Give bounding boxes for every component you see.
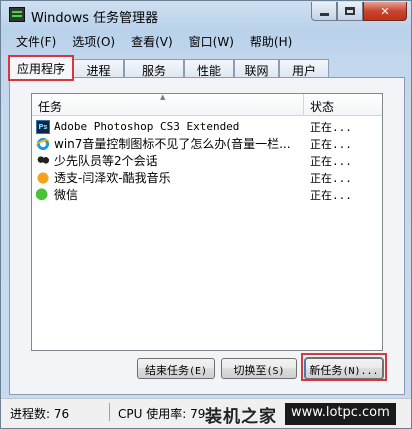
task-status: 正在... bbox=[310, 120, 352, 134]
tab-networking[interactable]: 联网 bbox=[234, 59, 279, 78]
task-name: 少先队员等2个会话 bbox=[54, 154, 158, 168]
task-status: 正在... bbox=[310, 154, 352, 168]
tab-users-label: 用户 bbox=[291, 64, 316, 78]
close-icon: ✕ bbox=[380, 4, 390, 18]
wechat-icon bbox=[36, 187, 50, 202]
status-bar: 进程数: 76 CPU 使用率: 79 装机之家 www.lotpc.com bbox=[1, 398, 411, 428]
tab-applications-label: 应用程序 bbox=[16, 62, 65, 76]
music-icon bbox=[36, 170, 50, 185]
watermark-logo: 装机之家 bbox=[205, 406, 277, 427]
qq-icon bbox=[36, 153, 50, 168]
tab-services[interactable]: 服务 bbox=[124, 59, 184, 78]
end-task-label: 结束任务 bbox=[144, 364, 189, 377]
watermark-url: www.lotpc.com bbox=[285, 403, 396, 425]
photoshop-icon: Ps bbox=[36, 119, 50, 134]
list-header: ▲ 任务 状态 bbox=[32, 93, 382, 116]
column-header-task-label: 任务 bbox=[38, 100, 63, 114]
menu-help[interactable]: 帮助(H) bbox=[242, 31, 300, 51]
task-name: Adobe Photoshop CS3 Extended bbox=[54, 120, 240, 133]
sort-ascending-icon: ▲ bbox=[160, 93, 166, 101]
task-status: 正在... bbox=[310, 188, 352, 202]
switch-to-button[interactable]: 切换至(S) bbox=[221, 358, 297, 379]
close-button[interactable]: ✕ bbox=[363, 2, 407, 21]
maximize-button[interactable] bbox=[337, 2, 363, 21]
new-task-button[interactable]: 新任务(N)... bbox=[305, 358, 383, 379]
process-count: 进程数: 76 bbox=[10, 407, 70, 421]
tab-performance[interactable]: 性能 bbox=[184, 59, 234, 78]
list-item[interactable]: 透支-闫泽欢-酷我音乐 正在... bbox=[32, 169, 382, 186]
status-divider bbox=[109, 403, 110, 421]
title-bar[interactable]: Windows 任务管理器 ✕ bbox=[1, 1, 411, 29]
task-manager-icon bbox=[9, 7, 25, 22]
tab-processes-label: 进程 bbox=[86, 64, 111, 78]
menu-file[interactable]: 文件(F) bbox=[8, 31, 64, 51]
tab-performance-label: 性能 bbox=[196, 64, 221, 78]
task-status: 正在... bbox=[310, 137, 352, 151]
watermark: 装机之家 www.lotpc.com bbox=[203, 399, 411, 429]
switch-to-label: 切换至 bbox=[233, 364, 267, 377]
task-manager-window: Windows 任务管理器 ✕ 文件(F) 选项(O) 查看(V) 窗口(W) … bbox=[0, 0, 412, 429]
task-name: 透支-闫泽欢-酷我音乐 bbox=[54, 171, 171, 185]
list-item[interactable]: 少先队员等2个会话 正在... bbox=[32, 152, 382, 169]
minimize-button[interactable] bbox=[311, 2, 337, 21]
task-name: win7音量控制图标不见了怎么办(音量一栏... bbox=[54, 137, 291, 151]
task-cell: win7音量控制图标不见了怎么办(音量一栏... bbox=[32, 135, 304, 152]
task-cell: 透支-闫泽欢-酷我音乐 bbox=[32, 169, 304, 186]
column-header-task[interactable]: ▲ 任务 bbox=[32, 93, 304, 115]
task-list[interactable]: ▲ 任务 状态 Ps Adobe Photoshop CS3 Extended … bbox=[31, 93, 383, 351]
end-task-accel: (E) bbox=[188, 366, 208, 377]
tab-users[interactable]: 用户 bbox=[279, 59, 329, 78]
minimize-icon bbox=[319, 12, 329, 16]
task-cell: 少先队员等2个会话 bbox=[32, 152, 304, 169]
tab-networking-label: 联网 bbox=[244, 64, 269, 78]
list-item[interactable]: win7音量控制图标不见了怎么办(音量一栏... 正在... bbox=[32, 135, 382, 152]
end-task-button[interactable]: 结束任务(E) bbox=[137, 358, 215, 379]
switch-to-accel: (S) bbox=[266, 366, 285, 377]
task-cell: Ps Adobe Photoshop CS3 Extended bbox=[32, 119, 304, 134]
task-cell: 微信 bbox=[32, 186, 304, 203]
column-header-status-label: 状态 bbox=[310, 100, 335, 114]
tab-applications[interactable]: 应用程序 bbox=[8, 55, 74, 81]
menu-windows[interactable]: 窗口(W) bbox=[181, 31, 242, 51]
task-status: 正在... bbox=[310, 171, 352, 185]
tab-services-label: 服务 bbox=[141, 64, 166, 78]
maximize-icon bbox=[345, 7, 355, 15]
task-rows: Ps Adobe Photoshop CS3 Extended 正在... wi… bbox=[32, 118, 382, 203]
caption-buttons: ✕ bbox=[311, 2, 407, 22]
menu-view[interactable]: 查看(V) bbox=[123, 31, 181, 51]
menu-options[interactable]: 选项(O) bbox=[64, 31, 123, 51]
menu-bar: 文件(F) 选项(O) 查看(V) 窗口(W) 帮助(H) bbox=[1, 31, 411, 51]
window-title: Windows 任务管理器 bbox=[31, 11, 159, 26]
task-name: 微信 bbox=[54, 188, 79, 202]
list-item[interactable]: Ps Adobe Photoshop CS3 Extended 正在... bbox=[32, 118, 382, 135]
list-item[interactable]: 微信 正在... bbox=[32, 186, 382, 203]
new-task-label: 新任务 bbox=[309, 364, 343, 377]
cpu-usage: CPU 使用率: 79 bbox=[118, 407, 206, 421]
tab-processes[interactable]: 进程 bbox=[73, 59, 124, 78]
column-header-status[interactable]: 状态 bbox=[304, 94, 382, 115]
ie-icon bbox=[36, 136, 50, 151]
new-task-accel: (N)... bbox=[342, 366, 379, 377]
